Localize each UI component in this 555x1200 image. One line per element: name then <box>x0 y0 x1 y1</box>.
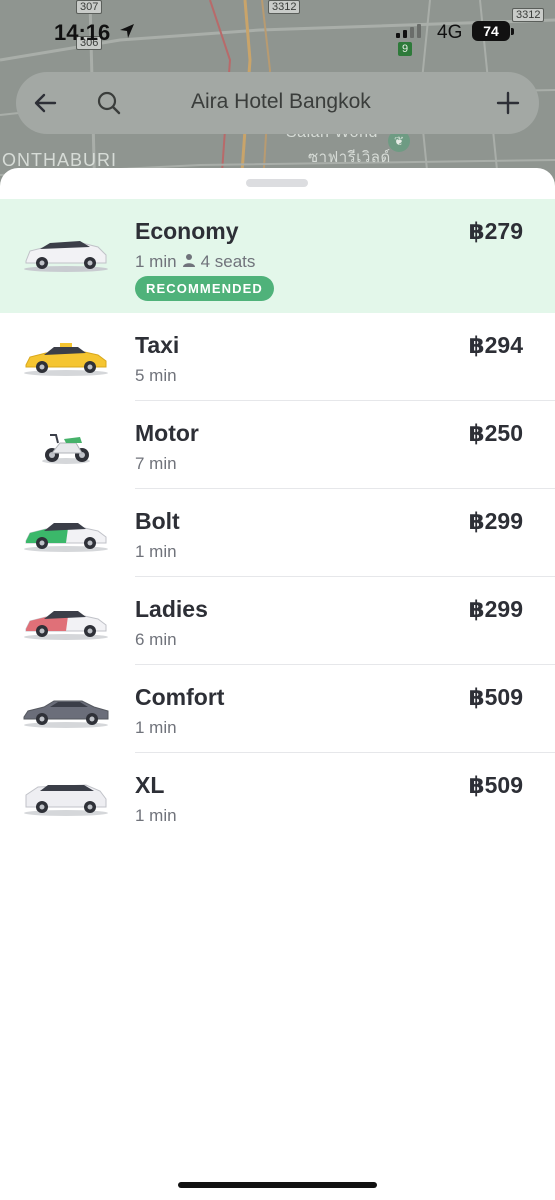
destination-search-bar[interactable]: Aira Hotel Bangkok <box>16 72 539 134</box>
ride-option-meta: 1 min <box>135 806 177 826</box>
ride-option-xl[interactable]: XL 1 min ฿509 <box>0 753 555 841</box>
home-indicator[interactable] <box>178 1182 377 1188</box>
ride-option-economy[interactable]: Economy 1 min 4 seats ฿279 RECOMMENDED <box>0 199 555 313</box>
plus-icon[interactable] <box>491 86 525 120</box>
ride-option-seats: 4 seats <box>200 252 256 271</box>
motorbike-icon <box>20 425 112 465</box>
ride-option-price: ฿299 <box>468 596 523 622</box>
map-place-label-thai: ซาฟารีเวิลด์ <box>308 149 391 166</box>
ride-option-eta: 1 min <box>135 718 177 737</box>
ride-option-price: ฿509 <box>468 684 523 710</box>
sheet-drag-handle[interactable] <box>246 179 308 187</box>
ride-option-name: Motor <box>135 420 199 446</box>
arrow-left-icon[interactable] <box>16 72 74 134</box>
ride-option-price: ฿250 <box>468 420 523 446</box>
ride-option-price: ฿294 <box>468 332 523 358</box>
person-icon <box>182 252 195 272</box>
ride-option-price: ฿509 <box>468 772 523 798</box>
ride-option-name: Economy <box>135 218 239 244</box>
ride-option-price: ฿299 <box>468 508 523 534</box>
battery-level: 74 <box>483 23 499 39</box>
economy-car-icon <box>20 233 112 273</box>
ride-option-meta: 1 min <box>135 542 177 562</box>
ride-option-meta: 1 min <box>135 718 177 738</box>
ride-option-meta: 5 min <box>135 366 177 386</box>
ride-option-name: Comfort <box>135 684 225 710</box>
comfort-car-icon <box>20 689 112 729</box>
ride-option-eta: 1 min <box>135 542 177 561</box>
ride-option-name: Taxi <box>135 332 180 358</box>
status-bar: 14:16 4G 74 <box>0 18 555 48</box>
taxi-car-icon <box>20 337 112 377</box>
ride-option-comfort[interactable]: Comfort 1 min ฿509 <box>0 665 555 753</box>
ride-option-ladies[interactable]: Ladies 6 min ฿299 <box>0 577 555 665</box>
ride-option-price: ฿279 <box>468 218 523 244</box>
cellular-signal-icon <box>396 24 421 38</box>
ride-options-sheet: Economy 1 min 4 seats ฿279 RECOMMENDED T… <box>0 168 555 1200</box>
battery-icon: 74 <box>472 21 510 41</box>
location-arrow-icon <box>118 22 136 45</box>
ride-option-name: Bolt <box>135 508 180 534</box>
ride-options-list: Economy 1 min 4 seats ฿279 RECOMMENDED T… <box>0 199 555 841</box>
battery-tip <box>511 28 514 35</box>
network-type: 4G <box>437 22 463 43</box>
ride-option-eta: 6 min <box>135 630 177 649</box>
ride-option-eta: 1 min <box>135 252 177 271</box>
recommended-badge: RECOMMENDED <box>135 276 274 301</box>
status-time: 14:16 <box>54 20 111 45</box>
magnifier-icon <box>92 90 126 116</box>
xl-van-icon <box>20 777 112 817</box>
ride-option-name: Ladies <box>135 596 208 622</box>
road-shield: 3312 <box>268 0 301 14</box>
road-shield: 307 <box>76 0 103 14</box>
ladies-car-icon <box>20 601 112 641</box>
bolt-car-icon <box>20 513 112 553</box>
ride-option-meta: 1 min 4 seats <box>135 252 255 272</box>
ride-option-taxi[interactable]: Taxi 5 min ฿294 <box>0 313 555 401</box>
ride-option-eta: 7 min <box>135 454 177 473</box>
ride-option-meta: 6 min <box>135 630 177 650</box>
search-query[interactable]: Aira Hotel Bangkok <box>191 90 371 114</box>
ride-option-eta: 1 min <box>135 806 177 825</box>
ride-option-meta: 7 min <box>135 454 177 474</box>
ride-option-name: XL <box>135 772 165 798</box>
ride-option-bolt[interactable]: Bolt 1 min ฿299 <box>0 489 555 577</box>
ride-option-eta: 5 min <box>135 366 177 385</box>
ride-option-motor[interactable]: Motor 7 min ฿250 <box>0 401 555 489</box>
